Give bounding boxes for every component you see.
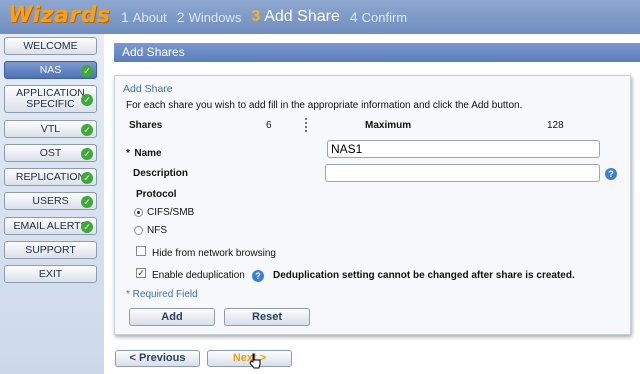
check-icon: ✓ <box>81 221 93 233</box>
sidebar-item-replication[interactable]: REPLICATION ✓ <box>4 168 97 186</box>
sidebar: WELCOME NAS ✓ APPLICATION SPECIFIC ✓ VTL ✓ O… <box>0 34 104 374</box>
previous-button[interactable]: < Previous <box>115 350 200 367</box>
step-add-share: 3 Add Share <box>251 8 340 25</box>
name-field[interactable]: NAS1 <box>327 140 600 158</box>
description-label: Description <box>133 168 189 179</box>
help-icon[interactable]: ? <box>605 168 617 180</box>
step-about: 1 About <box>121 9 167 25</box>
sidebar-item-ost[interactable]: OST ✓ <box>4 144 97 162</box>
required-asterisk: * <box>126 148 130 159</box>
check-icon: ✓ <box>81 196 93 208</box>
sidebar-item-users[interactable]: USERS ✓ <box>4 192 97 210</box>
wizard-steps: 1 About 2 Windows 3 Add Share 4 Confirm <box>121 0 417 34</box>
check-icon: ✓ <box>81 148 93 160</box>
add-share-panel: Add Share For each share you wish to add… <box>114 75 631 335</box>
description-field[interactable] <box>325 164 600 182</box>
brand-logo: Wizards <box>8 3 111 28</box>
hide-browsing-checkbox[interactable] <box>136 246 146 256</box>
dedup-note: Deduplication setting cannot be changed … <box>273 270 575 281</box>
instructions: For each share you wish to add fill in t… <box>126 100 523 111</box>
protocol-label: Protocol <box>136 189 177 200</box>
top-bar: Wizards 1 About 2 Windows 3 Add Share 4 Conf… <box>0 0 640 34</box>
section-header: Add Shares <box>114 43 640 62</box>
shares-label: Shares <box>129 120 163 131</box>
add-button[interactable]: Add <box>129 308 215 326</box>
cifs-radio[interactable] <box>134 208 143 217</box>
cifs-label: CIFS/SMB <box>147 207 195 218</box>
check-icon: ✓ <box>81 172 93 184</box>
step-windows: 2 Windows <box>176 9 242 25</box>
shares-value: 6 <box>266 120 272 131</box>
sidebar-item-welcome[interactable]: WELCOME <box>4 37 97 55</box>
check-icon: ✓ <box>81 94 93 106</box>
step-confirm: 4 Confirm <box>349 9 408 25</box>
sidebar-item-vtl[interactable]: VTL ✓ <box>4 120 97 138</box>
name-label-group: * Name <box>126 143 162 161</box>
panel-title: Add Share <box>123 83 173 95</box>
required-note: * Required Field <box>126 289 198 300</box>
hand-cursor-icon <box>249 353 261 369</box>
dedup-label: Enable deduplication <box>152 270 245 281</box>
column-divider <box>305 118 307 132</box>
hide-browsing-label: Hide from network browsing <box>152 248 276 259</box>
help-icon[interactable]: ? <box>252 270 264 282</box>
sidebar-item-exit[interactable]: EXIT <box>4 265 97 283</box>
sidebar-item-email-alerts[interactable]: EMAIL ALERTS ✓ <box>4 217 97 235</box>
nfs-radio[interactable] <box>134 226 143 235</box>
nfs-label: NFS <box>147 225 167 236</box>
maximum-value: 128 <box>547 120 564 131</box>
check-icon: ✓ <box>81 65 93 77</box>
dedup-checkbox[interactable]: ✓ <box>136 268 146 278</box>
check-icon: ✓ <box>81 124 93 136</box>
reset-button[interactable]: Reset <box>224 308 310 326</box>
sidebar-item-application-specific[interactable]: APPLICATION SPECIFIC ✓ <box>4 85 97 113</box>
maximum-label: Maximum <box>365 120 412 131</box>
name-label: Name <box>134 148 162 159</box>
sidebar-item-support[interactable]: SUPPORT <box>4 241 97 259</box>
sidebar-item-nas[interactable]: NAS ✓ <box>4 61 97 79</box>
